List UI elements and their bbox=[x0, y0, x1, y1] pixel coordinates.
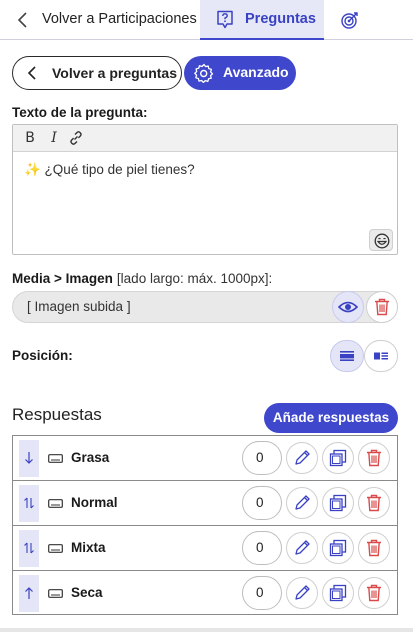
emoji-button[interactable] bbox=[369, 229, 393, 251]
pencil-icon bbox=[295, 495, 310, 510]
delete-media-button[interactable] bbox=[366, 291, 398, 323]
chevron-left-icon bbox=[27, 66, 36, 80]
link-button[interactable] bbox=[67, 129, 85, 147]
keyboard-icon bbox=[48, 589, 63, 598]
answer-score-value: 0 bbox=[256, 450, 264, 465]
link-icon bbox=[70, 131, 82, 145]
answer-row: Mixta 0 bbox=[13, 526, 397, 571]
answers-list: Grasa 0 Normal 0 Mixta 0 Seca 0 bbox=[12, 435, 398, 615]
answer-score-input[interactable]: 0 bbox=[242, 486, 282, 520]
answer-label[interactable]: Normal bbox=[71, 495, 118, 510]
answer-label[interactable]: Mixta bbox=[71, 540, 106, 555]
chevron-left-icon bbox=[17, 12, 27, 28]
question-text[interactable]: ✨ ¿Qué tipo de piel tienes? bbox=[24, 162, 195, 178]
tab-target[interactable] bbox=[324, 0, 376, 40]
tab-back-label: Volver a Participaciones bbox=[42, 11, 197, 27]
duplicate-answer-button[interactable] bbox=[322, 532, 354, 564]
tab-questions-label: Preguntas bbox=[245, 11, 316, 27]
media-label: Media > Imagen [lado largo: máx. 1000px]: bbox=[12, 271, 272, 286]
layout-side-icon bbox=[374, 352, 388, 360]
copy-icon bbox=[329, 539, 347, 557]
answer-score-input[interactable]: 0 bbox=[242, 576, 282, 610]
keyboard-icon bbox=[48, 499, 63, 508]
trash-icon bbox=[367, 494, 381, 512]
back-to-questions-label: Volver a preguntas bbox=[52, 65, 178, 81]
edit-answer-button[interactable] bbox=[286, 577, 318, 609]
copy-icon bbox=[329, 494, 347, 512]
delete-answer-button[interactable] bbox=[358, 442, 390, 474]
trash-icon bbox=[367, 449, 381, 467]
pencil-icon bbox=[295, 585, 310, 600]
drag-handle[interactable] bbox=[19, 440, 39, 477]
back-to-questions-button[interactable]: Volver a preguntas bbox=[12, 56, 182, 90]
arrow-up-down-icon bbox=[24, 497, 34, 509]
arrow-up-icon bbox=[25, 587, 33, 599]
target-icon bbox=[341, 12, 358, 29]
drag-handle[interactable] bbox=[19, 485, 39, 522]
answer-score-value: 0 bbox=[256, 585, 264, 600]
pencil-icon bbox=[295, 540, 310, 555]
position-side-button[interactable] bbox=[364, 340, 398, 372]
edit-answer-button[interactable] bbox=[286, 442, 318, 474]
copy-icon bbox=[329, 584, 347, 602]
gear-icon bbox=[194, 63, 214, 83]
top-tab-bar: Volver a Participaciones Preguntas bbox=[0, 0, 413, 40]
media-hint: [lado largo: máx. 1000px]: bbox=[116, 271, 273, 286]
position-label: Posición: bbox=[12, 348, 73, 363]
answer-row: Seca 0 bbox=[13, 571, 397, 616]
delete-answer-button[interactable] bbox=[358, 487, 390, 519]
answer-score-value: 0 bbox=[256, 495, 264, 510]
bold-button[interactable]: B bbox=[21, 129, 39, 147]
drag-handle[interactable] bbox=[19, 575, 39, 612]
arrow-down-icon bbox=[25, 452, 33, 464]
emoji-smile-icon bbox=[374, 233, 390, 249]
answer-row: Normal 0 bbox=[13, 481, 397, 526]
add-answers-button[interactable]: Añade respuestas bbox=[264, 403, 398, 433]
question-bubble-icon bbox=[217, 10, 233, 29]
answer-score-value: 0 bbox=[256, 540, 264, 555]
answers-title: Respuestas bbox=[12, 405, 102, 424]
pencil-icon bbox=[295, 450, 310, 465]
duplicate-answer-button[interactable] bbox=[322, 487, 354, 519]
edit-answer-button[interactable] bbox=[286, 532, 318, 564]
question-text-label: Texto de la pregunta: bbox=[12, 105, 148, 120]
tab-questions[interactable]: Preguntas bbox=[200, 0, 324, 40]
duplicate-answer-button[interactable] bbox=[322, 442, 354, 474]
media-value: [ Imagen subida ] bbox=[27, 299, 131, 314]
trash-icon bbox=[367, 584, 381, 602]
answer-label[interactable]: Seca bbox=[71, 585, 103, 600]
media-label-text: Media > Imagen bbox=[12, 271, 113, 286]
advanced-label: Avanzado bbox=[223, 64, 289, 80]
delete-answer-button[interactable] bbox=[358, 532, 390, 564]
question-editor[interactable]: B I ✨ ¿Qué tipo de piel tienes? bbox=[12, 124, 398, 255]
duplicate-answer-button[interactable] bbox=[322, 577, 354, 609]
position-full-width-button[interactable] bbox=[330, 340, 364, 372]
italic-button[interactable]: I bbox=[45, 129, 63, 147]
trash-icon bbox=[375, 298, 389, 316]
copy-icon bbox=[329, 449, 347, 467]
trash-icon bbox=[367, 539, 381, 557]
tab-back-to-participations[interactable]: Volver a Participaciones bbox=[0, 0, 200, 40]
edit-answer-button[interactable] bbox=[286, 487, 318, 519]
arrow-up-down-icon bbox=[24, 542, 34, 554]
answer-row: Grasa 0 bbox=[13, 436, 397, 481]
add-answers-label: Añade respuestas bbox=[272, 410, 390, 425]
keyboard-icon bbox=[48, 544, 63, 553]
preview-button[interactable] bbox=[332, 291, 364, 323]
delete-answer-button[interactable] bbox=[358, 577, 390, 609]
answer-score-input[interactable]: 0 bbox=[242, 531, 282, 565]
editor-toolbar: B I bbox=[13, 125, 397, 152]
drag-handle[interactable] bbox=[19, 530, 39, 567]
answer-score-input[interactable]: 0 bbox=[242, 441, 282, 475]
eye-icon bbox=[338, 301, 358, 313]
layout-full-icon bbox=[340, 351, 354, 361]
bottom-edge bbox=[0, 628, 413, 632]
advanced-button[interactable]: Avanzado bbox=[184, 56, 296, 90]
answer-label[interactable]: Grasa bbox=[71, 450, 109, 465]
keyboard-icon bbox=[48, 454, 63, 463]
